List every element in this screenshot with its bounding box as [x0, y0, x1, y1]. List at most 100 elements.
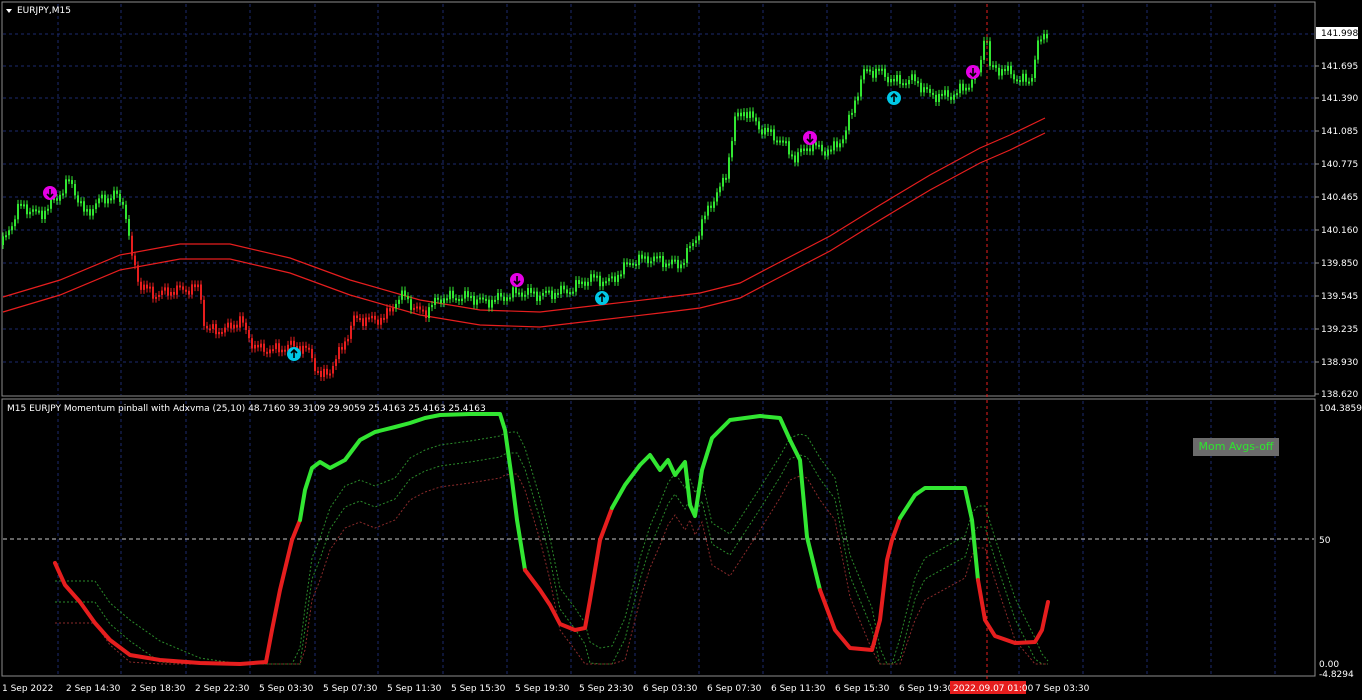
candle-body [920, 82, 922, 93]
time-label: 5 Sep 19:30 [515, 684, 570, 694]
mom-avg-1-line [55, 431, 1049, 665]
candle-body [749, 111, 751, 118]
time-label: 7 Sep 03:30 [1035, 684, 1090, 694]
candle-body [221, 331, 223, 334]
candle-body [644, 256, 646, 259]
candle-body [623, 262, 625, 275]
time-label: 5 Sep 15:30 [451, 684, 506, 694]
candle-body [341, 347, 343, 350]
candle-body [218, 331, 220, 335]
candle-body [1034, 59, 1036, 79]
candle-body [329, 373, 331, 376]
candle-body [260, 343, 262, 348]
candle-body [1031, 78, 1033, 82]
candle-body [305, 345, 307, 348]
time-label: 2 Sep 18:30 [131, 684, 186, 694]
price-label: 138.930 [1321, 358, 1358, 368]
candle-body [308, 347, 310, 350]
candle-body [269, 349, 271, 354]
time-label: 6 Sep 07:30 [707, 684, 762, 694]
mom-avg-2-line [55, 452, 1048, 665]
momentum-main-line [523, 506, 614, 632]
time-label: 5 Sep 11:30 [387, 684, 442, 694]
candle-body [212, 324, 214, 329]
candle-body [995, 65, 997, 68]
chart-canvas[interactable]: EURJPY,M15 M15 EURJPY Momentum pinball w… [0, 0, 1362, 700]
candle-body [878, 68, 880, 71]
candle-body [743, 112, 745, 117]
candle-body [206, 325, 208, 329]
time-label: 6 Sep 19:30 [899, 684, 954, 694]
candle-body [284, 349, 286, 352]
candle-body [374, 315, 376, 320]
candle-body [290, 340, 292, 345]
candle-body [110, 198, 112, 201]
candle-body [896, 75, 898, 82]
candle-body [1022, 73, 1024, 82]
candle-body [761, 129, 763, 135]
candle-body [827, 149, 829, 156]
candle-body [347, 338, 349, 342]
candle-body [767, 127, 769, 132]
candle-body [665, 263, 667, 268]
candle-body [1010, 65, 1012, 75]
candle-body [866, 69, 868, 72]
time-label: 6 Sep 11:30 [771, 684, 826, 694]
candle-body [983, 40, 985, 60]
candle-body [932, 92, 934, 95]
candle-body [875, 68, 877, 78]
candle-body [1007, 65, 1009, 71]
candle-body [575, 280, 577, 292]
candle-body [227, 322, 229, 328]
candle-body [395, 303, 397, 308]
candle-body [320, 370, 322, 377]
momentum-main-line [818, 516, 902, 652]
candle-body [1037, 40, 1039, 60]
candle-body [344, 341, 346, 350]
candle-body [998, 67, 1000, 76]
candle-body [26, 204, 28, 215]
candle-body [671, 259, 673, 265]
candle-body [512, 287, 514, 298]
candle-body [941, 93, 943, 96]
candle-body [869, 69, 871, 72]
candle-body [272, 349, 274, 352]
candle-body [413, 307, 415, 310]
price-label: 140.160 [1321, 226, 1358, 236]
candle-body [443, 298, 445, 304]
candle-body [842, 139, 844, 144]
candle-body [167, 287, 169, 296]
candle-body [368, 317, 370, 320]
candle-body [497, 293, 499, 301]
candle-body [527, 288, 529, 295]
candle-body [1001, 69, 1003, 76]
candle-body [719, 186, 721, 193]
candle-body [302, 345, 304, 354]
candle-body [617, 274, 619, 282]
collapse-triangle-icon[interactable] [6, 9, 12, 13]
candle-body [614, 276, 616, 282]
candle-body [590, 274, 592, 282]
candle-body [779, 140, 781, 143]
candle-body [461, 298, 463, 302]
candle-body [899, 75, 901, 84]
candle-body [923, 87, 925, 93]
candle-body [908, 80, 910, 85]
candle-body [1019, 80, 1021, 83]
candle-body [608, 278, 610, 282]
candle-body [488, 299, 490, 308]
candle-body [134, 255, 136, 266]
candle-body [248, 330, 250, 339]
candle-body [128, 219, 130, 236]
candle-body [944, 90, 946, 96]
candle-body [410, 299, 412, 310]
candle-body [239, 316, 241, 328]
candle-body [356, 315, 358, 319]
candle-body [677, 259, 679, 269]
time-label: 5 Sep 03:30 [259, 684, 314, 694]
candle-body [464, 291, 466, 299]
candle-body [83, 201, 85, 212]
candle-body [992, 65, 994, 68]
candle-body [563, 285, 565, 290]
mom-avgs-toggle-button[interactable]: Mom Avgs-off [1193, 438, 1279, 456]
